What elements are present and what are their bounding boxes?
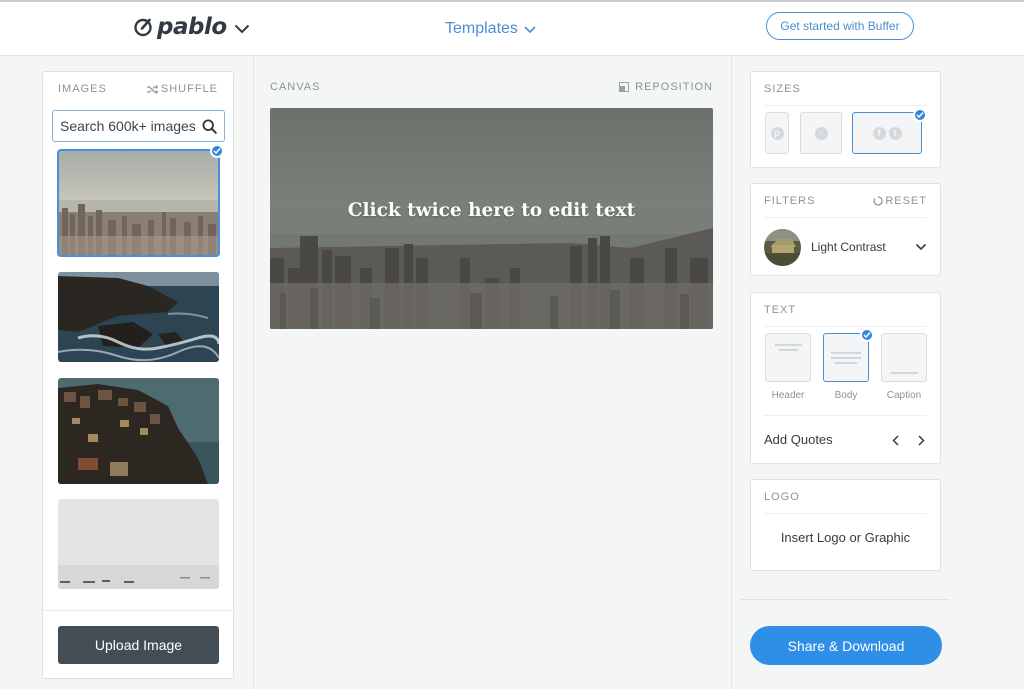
shuffle-label: Shuffle	[160, 83, 218, 95]
add-quotes-label: Add Quotes	[764, 432, 833, 447]
insert-logo-button[interactable]: Insert Logo or Graphic	[751, 530, 940, 545]
images-panel-header: Images Shuffle	[43, 72, 233, 106]
text-line	[831, 357, 861, 359]
logo-menu[interactable]: pablo	[133, 14, 250, 40]
text-header: Text	[764, 293, 927, 327]
text-option-caption[interactable]	[881, 333, 927, 382]
facebook-icon: f	[872, 126, 886, 140]
share-download-button[interactable]: Share & Download	[750, 626, 942, 665]
text-title: Text	[764, 303, 797, 316]
pablo-logo-icon	[134, 18, 152, 37]
image-search-input[interactable]	[60, 118, 200, 134]
canvas-editor[interactable]: Click twice here to edit text	[270, 108, 713, 329]
image-search-box	[52, 110, 225, 142]
sizes-header: Sizes	[764, 72, 927, 106]
reposition-label: Reposition	[635, 81, 713, 93]
text-line	[891, 372, 918, 374]
search-icon[interactable]	[202, 118, 217, 134]
column-divider	[253, 56, 254, 689]
filter-select[interactable]: Light Contrast	[751, 218, 940, 276]
text-card: Text Header Body Caption Add Quotes	[750, 292, 941, 464]
instagram-icon: ○	[814, 126, 828, 140]
village-image	[58, 378, 219, 484]
upload-image-button[interactable]: Upload Image	[58, 626, 219, 664]
right-column-divider	[740, 599, 949, 600]
chevron-left-icon	[891, 434, 899, 446]
next-quote-button[interactable]	[914, 432, 928, 448]
selected-check-icon	[860, 328, 874, 342]
size-option-facebook-twitter[interactable]: f t	[852, 112, 922, 154]
images-panel: Images Shuffle	[42, 71, 234, 679]
filters-title: Filters	[764, 194, 816, 207]
foggy-sea-image	[58, 499, 219, 589]
selected-check-icon	[913, 108, 927, 122]
reset-filters-button[interactable]: Reset	[873, 195, 927, 207]
reposition-icon	[619, 82, 630, 92]
text-option-body-label: Body	[834, 390, 858, 401]
canvas-overlay-text[interactable]: Click twice here to edit text	[270, 200, 713, 221]
filters-card: Filters Reset Light Contrast	[750, 183, 941, 276]
get-started-button[interactable]: Get started with Buffer	[766, 12, 914, 40]
quotes-divider	[764, 415, 927, 416]
logo-title: Logo	[764, 490, 800, 503]
reset-label: Reset	[885, 194, 927, 207]
twitter-icon: t	[888, 126, 902, 140]
shuffle-icon	[146, 84, 158, 94]
text-option-header[interactable]	[765, 333, 811, 382]
image-thumbnail-village[interactable]	[58, 378, 219, 484]
canvas-header: Canvas Reposition	[270, 81, 713, 93]
chevron-down-icon	[234, 24, 249, 34]
text-line	[775, 344, 802, 346]
filter-preview-thumbnail	[764, 228, 801, 266]
chevron-down-icon	[915, 243, 927, 251]
filters-header: Filters Reset	[764, 184, 927, 218]
text-line	[835, 362, 857, 364]
reset-icon	[873, 195, 884, 206]
selected-check-icon	[210, 144, 224, 158]
text-line	[779, 349, 798, 351]
selected-filter-label: Light Contrast	[811, 240, 886, 254]
image-thumbnail-foggy-sea[interactable]	[58, 499, 219, 589]
top-bar: pablo Templates Get started with Buffer	[0, 0, 1024, 56]
previous-quote-button[interactable]	[888, 432, 902, 448]
templates-label: Templates	[445, 20, 518, 37]
text-option-header-label: Header	[771, 390, 805, 401]
image-thumbnail-city[interactable]	[57, 149, 220, 257]
size-option-pinterest[interactable]: p	[765, 112, 789, 154]
column-divider	[731, 56, 732, 689]
image-thumbnail-cliffs[interactable]	[58, 272, 219, 362]
pinterest-icon: p	[770, 126, 784, 140]
city-image	[58, 150, 219, 256]
templates-dropdown[interactable]: Templates	[445, 20, 536, 38]
images-title: Images	[58, 83, 107, 95]
canvas-title: Canvas	[270, 81, 321, 93]
chevron-down-icon	[524, 26, 536, 34]
text-line	[831, 352, 861, 354]
image-list-divider	[43, 610, 233, 611]
logo-card: Logo Insert Logo or Graphic	[750, 479, 941, 571]
reposition-button[interactable]: Reposition	[619, 81, 713, 93]
text-option-caption-label: Caption	[886, 390, 922, 401]
logo-text: pablo	[157, 14, 227, 40]
sizes-card: Sizes p ○ f t	[750, 71, 941, 168]
chevron-right-icon	[917, 434, 925, 446]
cliffs-image	[58, 272, 219, 362]
logo-header: Logo	[764, 480, 927, 514]
size-option-instagram[interactable]: ○	[800, 112, 842, 154]
shuffle-button[interactable]: Shuffle	[146, 83, 218, 95]
sizes-title: Sizes	[764, 82, 801, 95]
